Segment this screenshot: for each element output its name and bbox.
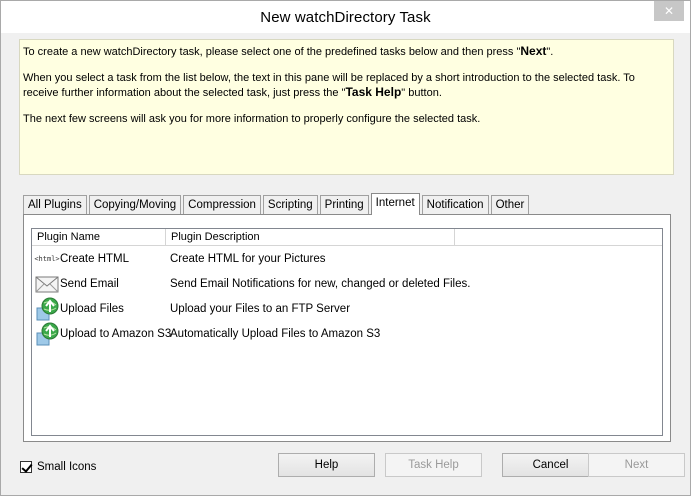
plugin-description: Send Email Notifications for new, change…: [170, 277, 471, 290]
plugin-description: Upload your Files to an FTP Server: [170, 302, 351, 315]
tab-panel: Plugin Name Plugin Description <html> Cr…: [23, 214, 671, 442]
footer-bar: Small Icons Help Task Help Cancel Next: [1, 453, 690, 481]
column-header-plugin-description[interactable]: Plugin Description: [166, 229, 455, 245]
list-item-upload-files[interactable]: Upload Files Upload your Files to an FTP…: [32, 296, 662, 321]
intro-paragraph-2: When you select a task from the list bel…: [23, 72, 635, 99]
list-item-send-email[interactable]: Send Email Send Email Notifications for …: [32, 271, 662, 296]
list-item-upload-amazon-s3[interactable]: Upload to Amazon S3 Automatically Upload…: [32, 321, 662, 346]
globe-upload-icon: [34, 297, 60, 321]
tab-compression[interactable]: Compression: [183, 195, 261, 214]
help-button[interactable]: Help: [278, 453, 375, 477]
column-header-plugin-name[interactable]: Plugin Name: [32, 229, 166, 245]
plugin-list[interactable]: Plugin Name Plugin Description <html> Cr…: [31, 228, 663, 436]
title-bar[interactable]: New watchDirectory Task ✕: [1, 1, 690, 33]
tab-scripting[interactable]: Scripting: [262, 195, 318, 214]
tab-notification[interactable]: Notification: [421, 195, 489, 214]
close-icon: ✕: [663, 4, 675, 18]
list-item-create-html[interactable]: <html> Create HTML Create HTML for your …: [32, 246, 662, 271]
intro-paragraph-3: The next few screens will ask you for mo…: [23, 113, 481, 125]
next-button[interactable]: Next: [588, 453, 685, 477]
small-icons-label: Small Icons: [37, 461, 97, 473]
intro-paragraph-1: To create a new watchDirectory task, ple…: [23, 44, 554, 58]
html-icon: <html>: [34, 254, 60, 263]
tab-all-plugins[interactable]: All Plugins: [23, 195, 87, 214]
plugin-name: Upload Files: [60, 302, 124, 315]
close-button[interactable]: ✕: [654, 1, 684, 21]
column-header-empty: [455, 229, 662, 245]
globe-upload-icon: [34, 322, 60, 346]
window-title: New watchDirectory Task: [260, 8, 431, 26]
list-header: Plugin Name Plugin Description: [32, 229, 662, 246]
plugin-name: Create HTML: [60, 252, 130, 265]
tab-copying-moving[interactable]: Copying/Moving: [88, 195, 182, 214]
cancel-button[interactable]: Cancel: [502, 453, 599, 477]
plugin-description: Create HTML for your Pictures: [170, 252, 326, 265]
checkbox-checked-icon[interactable]: [20, 461, 32, 473]
dialog-window: New watchDirectory Task ✕ To create a ne…: [0, 0, 691, 496]
intro-pane: To create a new watchDirectory task, ple…: [19, 39, 674, 175]
tab-internet[interactable]: Internet: [370, 193, 420, 215]
plugin-name: Upload to Amazon S3: [60, 327, 172, 340]
task-help-button[interactable]: Task Help: [385, 453, 482, 477]
plugin-name: Send Email: [60, 277, 119, 290]
small-icons-checkbox[interactable]: Small Icons: [20, 461, 96, 473]
plugin-description: Automatically Upload Files to Amazon S3: [170, 327, 381, 340]
tab-other[interactable]: Other: [490, 195, 530, 214]
plugin-tabs: All Plugins Copying/Moving Compression S…: [23, 193, 531, 215]
tab-printing[interactable]: Printing: [319, 195, 369, 214]
envelope-icon: [34, 272, 60, 296]
